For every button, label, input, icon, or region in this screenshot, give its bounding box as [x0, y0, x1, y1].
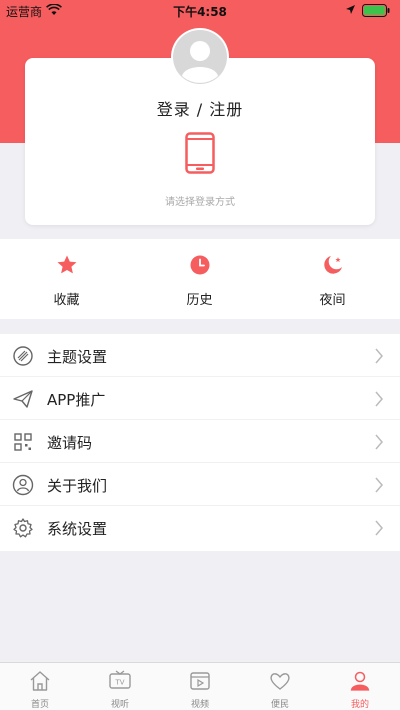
menu-item-app-promotion[interactable]: APP推广	[0, 377, 400, 420]
chevron-right-icon	[375, 391, 383, 407]
chevron-right-icon	[375, 348, 383, 364]
tab-label: 视听	[110, 700, 129, 710]
menu-item-about-us[interactable]: 关于我们	[0, 463, 400, 506]
menu-item-label: 系统设置	[47, 520, 108, 538]
tab-label: 首页	[30, 700, 49, 710]
avatar[interactable]	[171, 28, 229, 86]
svg-text:TV: TV	[114, 679, 124, 687]
login-register-title[interactable]: 登录 / 注册	[25, 96, 375, 120]
quick-item-label: 收藏	[53, 293, 80, 308]
quick-item-history[interactable]: 历史	[133, 239, 266, 319]
status-time: 下午4:58	[173, 5, 227, 19]
chevron-right-icon	[375, 434, 383, 450]
login-hint: 请选择登录方式	[165, 197, 235, 208]
phone-login-icon[interactable]	[185, 132, 215, 178]
gear-icon	[13, 518, 33, 538]
moon-icon	[324, 256, 342, 274]
quick-item-label: 夜间	[319, 293, 346, 308]
menu-item-label: 主题设置	[47, 348, 108, 366]
tab-home[interactable]: 首页	[0, 663, 80, 710]
tab-label: 便民	[270, 700, 289, 710]
user-circle-icon	[12, 474, 34, 496]
theme-icon	[13, 346, 33, 366]
paper-plane-icon	[13, 390, 33, 408]
menu-item-label: APP推广	[47, 391, 106, 409]
settings-menu: 主题设置 APP推广 邀请码 关于我们 系统设置	[0, 334, 400, 551]
location-arrow-icon	[345, 4, 356, 18]
battery-icon	[362, 4, 390, 20]
tab-label: 视频	[190, 700, 209, 710]
quick-item-favorites[interactable]: 收藏	[0, 239, 133, 319]
status-bar: 运营商 下午4:58	[0, 0, 400, 22]
tab-mine[interactable]: 我的	[320, 663, 400, 710]
tab-label: 我的	[350, 700, 369, 710]
clock-icon	[190, 255, 210, 275]
chevron-right-icon	[375, 477, 383, 493]
quick-actions: 收藏 历史 夜间	[0, 239, 400, 319]
tab-video[interactable]: 视频	[160, 663, 240, 710]
star-icon	[57, 255, 77, 274]
person-icon	[350, 671, 370, 691]
tab-bar: 首页 TV 视听 视频 便民 我的	[0, 662, 400, 710]
tab-convenience[interactable]: 便民	[240, 663, 320, 710]
default-avatar-icon	[173, 30, 227, 84]
tv-icon: TV	[109, 670, 131, 689]
chevron-right-icon	[375, 520, 383, 536]
menu-item-label: 邀请码	[47, 434, 93, 452]
quick-item-label: 历史	[186, 293, 213, 308]
heart-icon	[270, 673, 290, 690]
video-icon	[190, 672, 210, 690]
menu-item-system-settings[interactable]: 系统设置	[0, 506, 400, 549]
menu-item-invite-code[interactable]: 邀请码	[0, 420, 400, 463]
menu-item-theme[interactable]: 主题设置	[0, 334, 400, 377]
quick-item-night-mode[interactable]: 夜间	[266, 239, 399, 319]
menu-item-label: 关于我们	[47, 477, 108, 495]
home-icon	[30, 671, 50, 691]
qr-code-icon	[14, 433, 32, 451]
tab-audiovisual[interactable]: TV 视听	[80, 663, 160, 710]
